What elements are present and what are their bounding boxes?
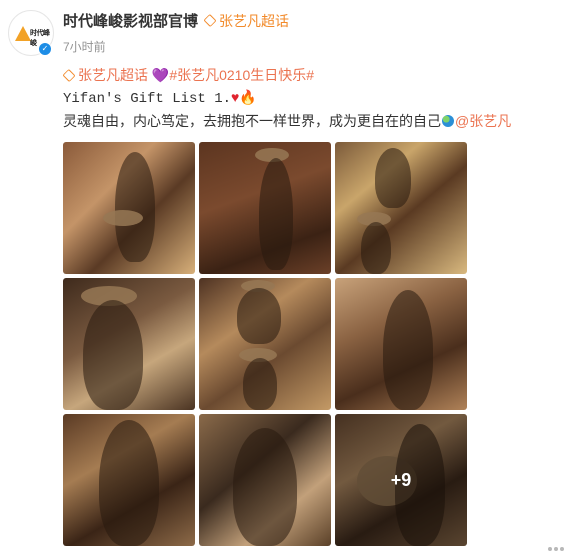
verified-icon: ✓ bbox=[38, 42, 52, 56]
supertopic-icon bbox=[62, 68, 76, 83]
photo-thumbnail[interactable] bbox=[199, 142, 331, 274]
globe-icon bbox=[442, 115, 454, 127]
photo-thumbnail[interactable] bbox=[199, 414, 331, 546]
photo-thumbnail-more[interactable]: +9 bbox=[335, 414, 467, 546]
photo-thumbnail[interactable] bbox=[335, 278, 467, 410]
photo-thumbnail[interactable] bbox=[199, 278, 331, 410]
post-line-3: 灵魂自由，内心笃定，去拥抱不一样世界，成为更自在的自己 @张艺凡 bbox=[63, 110, 564, 132]
more-dots-icon[interactable] bbox=[548, 547, 564, 551]
photo-grid: +9 bbox=[63, 142, 467, 546]
account-name[interactable]: 时代峰峻影视部官博 bbox=[63, 10, 198, 31]
post-time[interactable]: 7小时前 bbox=[63, 38, 106, 55]
fire-icon: 🔥 bbox=[239, 89, 257, 105]
supertopic-icon bbox=[203, 13, 217, 28]
mention-link[interactable]: @张艺凡 bbox=[455, 113, 511, 129]
purple-heart-icon: 💜 bbox=[151, 67, 170, 83]
more-photos-count: +9 bbox=[390, 469, 412, 490]
photo-thumbnail[interactable] bbox=[335, 142, 467, 274]
post-body-text: 灵魂自由，内心笃定，去拥抱不一样世界，成为更自在的自己 bbox=[63, 113, 441, 129]
post-line-1: 张艺凡超话 💜#张艺凡0210生日快乐# bbox=[62, 64, 564, 86]
photo-thumbnail[interactable] bbox=[63, 414, 195, 546]
supertopic-tag-link[interactable]: 张艺凡超话 bbox=[78, 67, 148, 83]
post-line-2: Yifan's Gift List 1.♥🔥 bbox=[63, 86, 564, 110]
gift-list-text: Yifan's Gift List 1. bbox=[63, 91, 232, 107]
logo-triangle-icon bbox=[15, 26, 31, 41]
photo-thumbnail[interactable] bbox=[63, 142, 195, 274]
photo-thumbnail[interactable] bbox=[63, 278, 195, 410]
post-header: 时代峰峻影视部官博 张艺凡超话 bbox=[63, 10, 289, 31]
hashtag-link[interactable]: #张艺凡0210生日快乐# bbox=[169, 67, 314, 83]
supertopic-link[interactable]: 张艺凡超话 bbox=[219, 11, 289, 31]
more-photos-overlay[interactable]: +9 bbox=[335, 414, 467, 546]
post-text: 张艺凡超话 💜#张艺凡0210生日快乐# Yifan's Gift List 1… bbox=[62, 64, 564, 132]
